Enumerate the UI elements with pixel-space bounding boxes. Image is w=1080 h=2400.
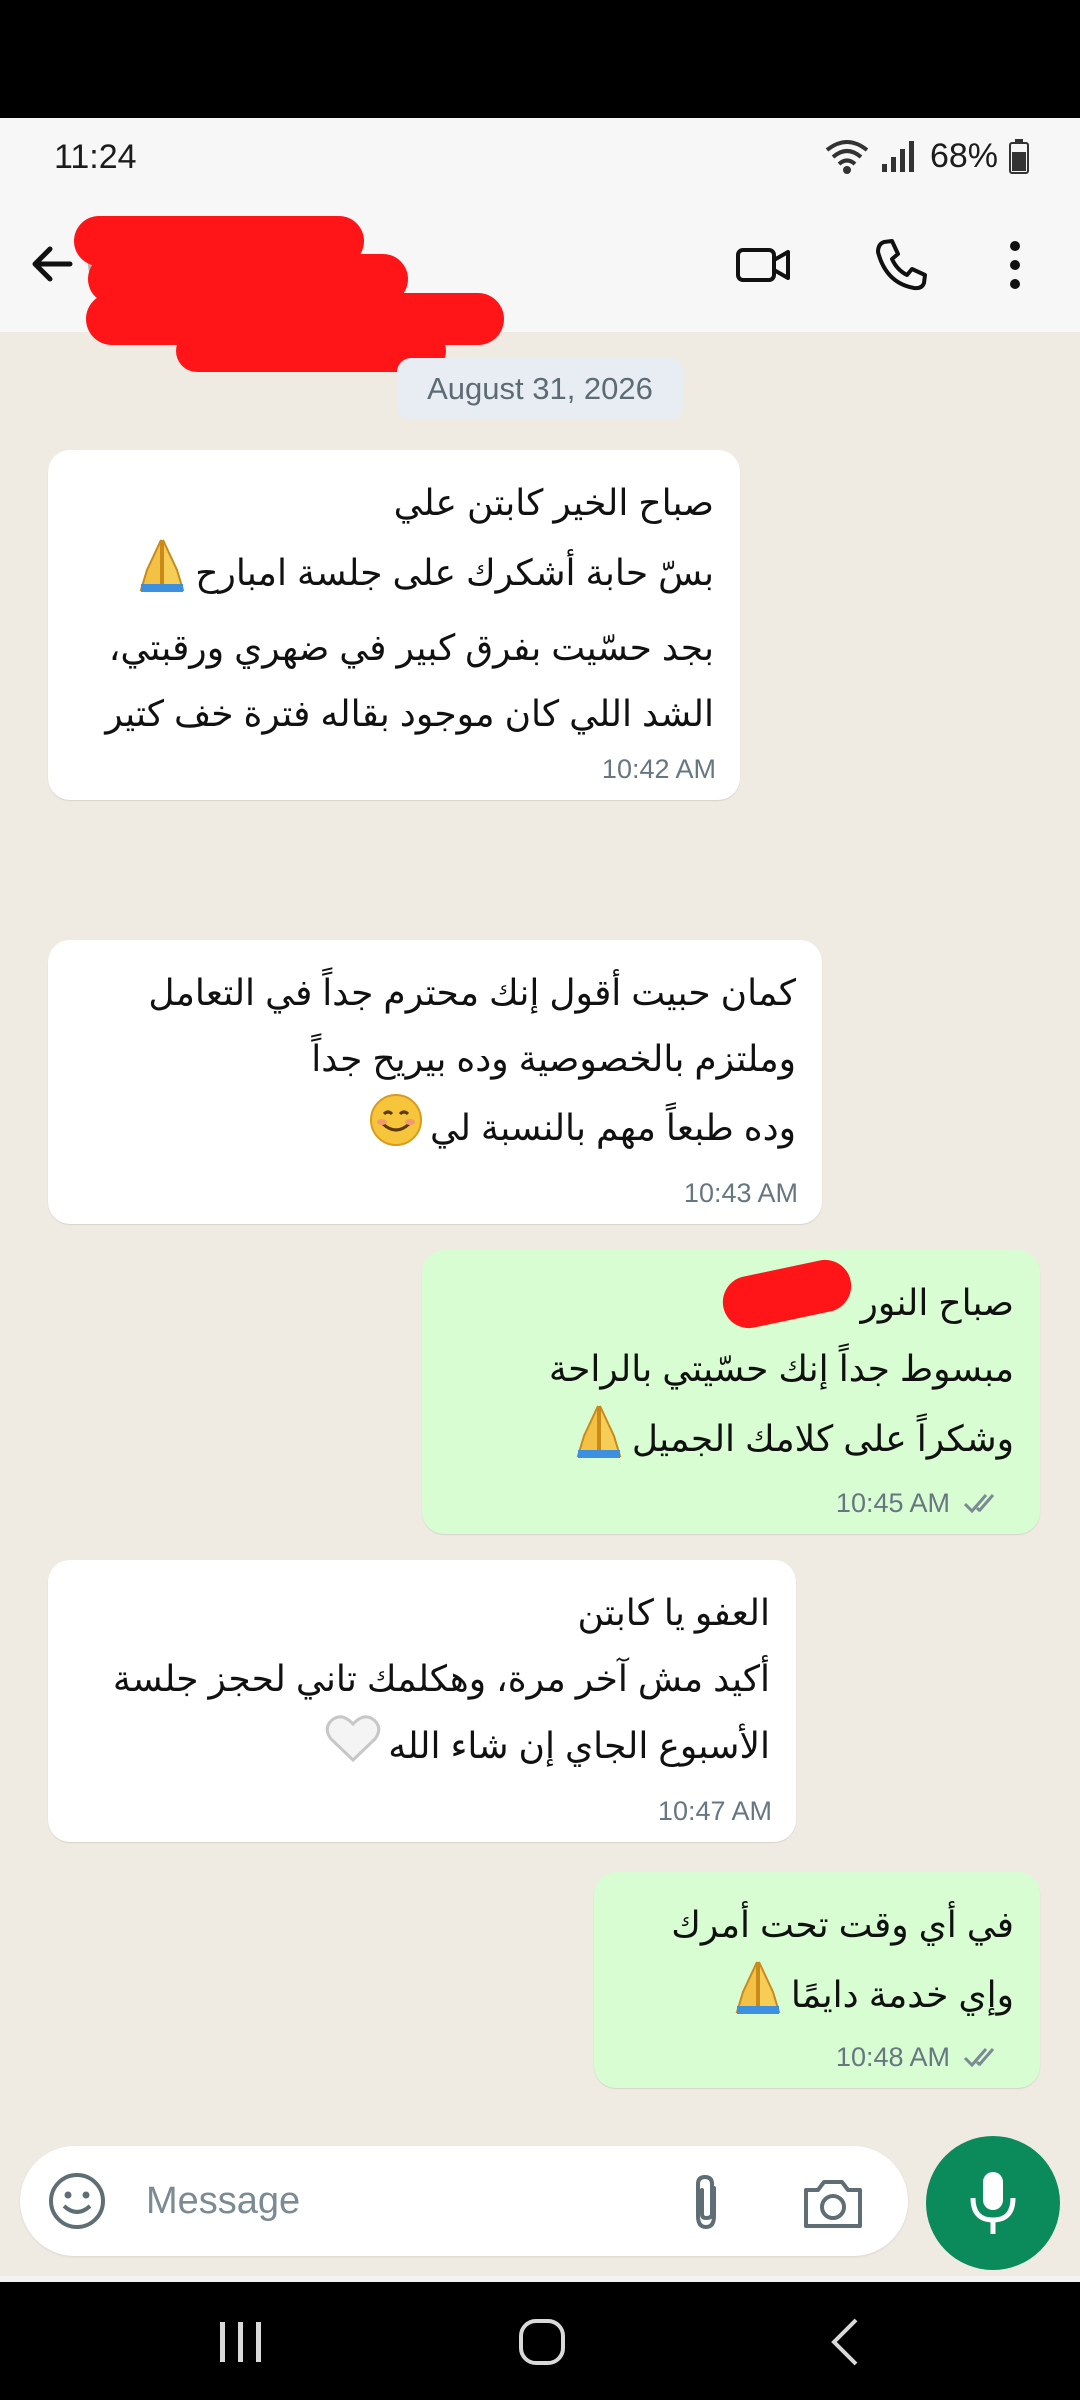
message-line: بسّ حابة أشكرك على جلسة امبارح <box>74 536 714 615</box>
battery-percent: 68% <box>929 136 998 175</box>
more-options-icon[interactable] <box>982 232 1048 298</box>
message-line: بجد حسّيت بفرق كبير في ضهري ورقبتي، <box>108 627 714 668</box>
message-meta: 10:45 AM <box>836 1488 1006 1518</box>
message-outgoing[interactable]: في أي وقت تحت أمرك وإي خدمة دايمًا 10:48… <box>594 1872 1040 2088</box>
double-check-icon <box>963 2048 995 2068</box>
chat-header <box>0 198 1080 372</box>
message-line-text: وإي خدمة دايمًا <box>790 1974 1014 2016</box>
message-line-text: بسّ حابة أشكرك على جلسة امبارح <box>195 552 714 594</box>
date-chip: August 31, 2026 <box>397 358 683 420</box>
voice-call-icon[interactable] <box>868 232 934 298</box>
message-line-text: وشكراً على كلامك الجميل <box>631 1418 1014 1460</box>
message-meta: 10:43 AM <box>684 1178 798 1208</box>
message-line: الأسبوع الجاي إن شاء الله <box>74 1712 770 1785</box>
message-composer: Message <box>20 2146 908 2256</box>
message-meta: 10:48 AM <box>836 2042 1006 2072</box>
smiling-face-emoji-icon <box>368 1092 424 1169</box>
message-outgoing[interactable]: صباح النور مبسوط جداً إنك حسّيتي بالراحة… <box>422 1250 1040 1534</box>
message-line: وده طبعاً مهم بالنسبة لي <box>74 1092 796 1169</box>
status-right: 68% <box>824 136 1030 176</box>
message-line: كمان حبيت أقول إنك محترم جداً في التعامل <box>148 972 796 1013</box>
message-incoming[interactable]: العفو يا كابتن أكيد مش آخر مرة، وهكلمك ت… <box>48 1560 796 1842</box>
message-time: 10:43 AM <box>683 1178 798 1208</box>
battery-icon <box>1009 139 1029 174</box>
video-call-icon[interactable] <box>730 232 796 298</box>
attachment-icon[interactable] <box>680 2172 732 2234</box>
message-line: وشكراً على كلامك الجميل <box>448 1402 1014 1481</box>
message-line: الشد اللي كان موجود بقاله فترة خف كتير <box>105 693 714 734</box>
message-input[interactable]: Message <box>146 2180 300 2223</box>
message-line-text: وده طبعاً مهم بالنسبة لي <box>429 1107 796 1149</box>
message-incoming[interactable]: كمان حبيت أقول إنك محترم جداً في التعامل… <box>48 940 822 1224</box>
message-meta: 10:42 AM <box>602 754 716 784</box>
double-check-icon <box>963 1494 995 1514</box>
chat-screen: 11:24 68% August 31, 2026 صباح الخير كاب… <box>0 118 1080 2282</box>
message-meta: 10:47 AM <box>658 1796 772 1826</box>
message-time: 10:45 AM <box>835 1488 950 1518</box>
message-line: العفو يا كابتن <box>577 1592 770 1633</box>
microphone-icon <box>970 2172 1016 2234</box>
back-icon[interactable] <box>826 2316 866 2368</box>
message-time: 10:42 AM <box>601 754 716 784</box>
voice-record-button[interactable] <box>926 2136 1060 2270</box>
status-time: 11:24 <box>54 138 137 176</box>
message-line: صباح الخير كابتن علي <box>393 482 714 523</box>
message-incoming[interactable]: صباح الخير كابتن علي بسّ حابة أشكرك على … <box>48 450 740 800</box>
white-heart-emoji-icon <box>324 1712 382 1785</box>
system-nav-bar <box>0 2282 1080 2400</box>
folded-hands-emoji-icon <box>135 536 189 615</box>
folded-hands-emoji-icon <box>572 1402 626 1481</box>
wifi-icon <box>825 140 869 174</box>
signal-icon <box>881 141 914 172</box>
message-line: وإي خدمة دايمًا <box>620 1958 1014 2037</box>
message-line: في أي وقت تحت أمرك <box>671 1904 1014 1945</box>
message-line: مبسوط جداً إنك حسّيتي بالراحة <box>548 1348 1014 1389</box>
home-icon[interactable] <box>516 2316 568 2368</box>
message-time: 10:48 AM <box>835 2042 950 2072</box>
folded-hands-emoji-icon <box>731 1958 785 2037</box>
recent-apps-icon[interactable] <box>216 2318 266 2366</box>
camera-icon[interactable] <box>800 2174 866 2232</box>
emoji-icon[interactable] <box>46 2170 108 2232</box>
message-line: وملتزم بالخصوصية وده بيريح جداً <box>311 1038 796 1079</box>
status-bar: 11:24 68% <box>0 118 1080 198</box>
message-list[interactable]: August 31, 2026 صباح الخير كابتن علي بسّ… <box>0 332 1080 2132</box>
message-time: 10:47 AM <box>657 1796 772 1826</box>
message-line: أكيد مش آخر مرة، وهكلمك تاني لحجز جلسة <box>112 1658 770 1699</box>
message-line-text: الأسبوع الجاي إن شاء الله <box>388 1725 770 1767</box>
